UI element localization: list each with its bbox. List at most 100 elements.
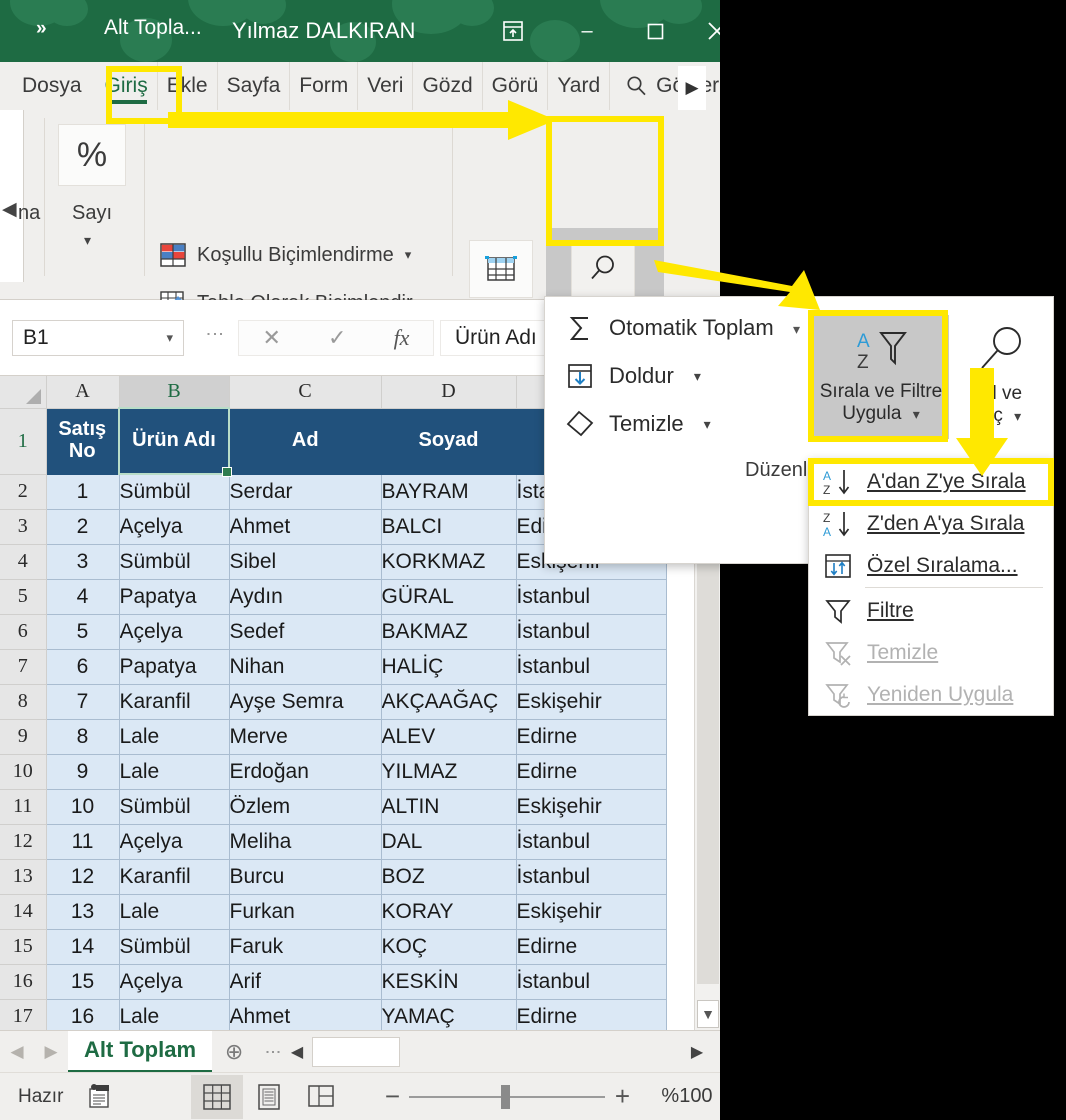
cell-satis-no[interactable]: 8 [45, 718, 120, 755]
cell-sehir[interactable]: Eskişehir [515, 893, 667, 930]
cell-soyad[interactable]: HALİÇ [380, 648, 517, 685]
cell-ad[interactable]: Sibel [228, 543, 382, 580]
sheet-bar-handle[interactable]: ⋮ [256, 1044, 282, 1060]
insert-function-icon[interactable]: fx [394, 325, 410, 351]
row-header[interactable]: 16 [0, 964, 47, 1000]
tab-gorunum[interactable]: Görü [483, 62, 549, 110]
cell-urun-adi[interactable]: Lale [118, 753, 230, 790]
tab-overflow-button[interactable]: ▶ [678, 66, 706, 110]
column-header-d[interactable]: D [381, 376, 517, 409]
minimize-button[interactable]: – [570, 14, 604, 48]
row-header[interactable]: 4 [0, 544, 47, 580]
cell-soyad[interactable]: BAYRAM [380, 473, 517, 510]
cell-satis-no[interactable]: 9 [45, 753, 120, 790]
close-button[interactable] [700, 14, 720, 48]
cell-ad[interactable]: Aydın [228, 578, 382, 615]
row-header[interactable]: 15 [0, 929, 47, 965]
cell-soyad[interactable]: GÜRAL [380, 578, 517, 615]
cell-soyad[interactable]: KORKMAZ [380, 543, 517, 580]
menu-item-sort-za[interactable]: Z A Z'den A'ya Sırala [819, 505, 1051, 543]
menu-item-reapply-filter[interactable]: Yeniden Uygula [819, 676, 1051, 714]
row-header[interactable]: 10 [0, 754, 47, 790]
hscroll-track[interactable] [400, 1036, 682, 1067]
cancel-entry-icon[interactable]: ✕ [263, 325, 281, 351]
cell-satis-no[interactable]: 11 [45, 823, 120, 860]
menu-item-clear-filter[interactable]: Temizle [819, 634, 1051, 672]
zoom-slider[interactable] [409, 1084, 606, 1109]
tab-yardim[interactable]: Yard [548, 62, 611, 110]
cell-ad[interactable]: Merve [228, 718, 382, 755]
autosum-caret-icon[interactable]: ▾ [793, 321, 800, 338]
hscroll-right-icon[interactable]: ▶ [682, 1036, 712, 1067]
conditional-formatting-button[interactable]: Koşullu Biçimlendirme ▾ [160, 242, 411, 268]
cell-ad[interactable]: Ahmet [228, 998, 382, 1030]
sheet-next-icon[interactable]: ▶ [34, 1042, 68, 1062]
zoom-out-button[interactable]: − [375, 1081, 409, 1112]
column-header-c[interactable]: C [229, 376, 382, 409]
page-break-preview-button[interactable] [295, 1075, 347, 1119]
column-header-a[interactable]: A [46, 376, 120, 409]
cell-satis-no[interactable]: 16 [45, 998, 120, 1030]
cell-ad[interactable]: Meliha [228, 823, 382, 860]
tab-dosya[interactable]: Dosya [0, 62, 96, 110]
cell-sehir[interactable]: İstanbul [515, 578, 667, 615]
cell-ad[interactable]: Burcu [228, 858, 382, 895]
cell-urun-adi[interactable]: Açelya [118, 508, 230, 545]
row-header[interactable]: 11 [0, 789, 47, 825]
cell-satis-no[interactable]: 14 [45, 928, 120, 965]
ribbon-display-options-icon[interactable] [496, 14, 530, 48]
page-layout-view-button[interactable] [243, 1075, 295, 1119]
menu-item-filter[interactable]: Filtre [819, 592, 1051, 630]
row-header[interactable]: 12 [0, 824, 47, 860]
cell-urun-adi[interactable]: Lale [118, 998, 230, 1030]
scroll-down-icon[interactable]: ▼ [697, 1000, 719, 1028]
header-cell-satis-no[interactable]: Satış No [45, 407, 120, 475]
cell-sehir[interactable]: İstanbul [515, 858, 667, 895]
add-sheet-icon[interactable]: ⊕ [212, 1039, 256, 1065]
tab-veri[interactable]: Veri [358, 62, 414, 110]
chevron-down-icon[interactable]: ▾ [1014, 408, 1021, 424]
cell-satis-no[interactable]: 12 [45, 858, 120, 895]
cell-urun-adi[interactable]: Sümbül [118, 788, 230, 825]
cells-button[interactable] [469, 240, 533, 298]
cell-urun-adi[interactable]: Açelya [118, 613, 230, 650]
cell-soyad[interactable]: YAMAÇ [380, 998, 517, 1030]
cell-sehir[interactable]: Edirne [515, 718, 667, 755]
cell-ad[interactable]: Erdoğan [228, 753, 382, 790]
cell-soyad[interactable]: DAL [380, 823, 517, 860]
chevron-down-icon[interactable]: ▾ [704, 416, 711, 433]
cell-urun-adi[interactable]: Lale [118, 893, 230, 930]
cell-urun-adi[interactable]: Açelya [118, 823, 230, 860]
header-cell-urun-adi[interactable]: Ürün Adı [118, 407, 233, 478]
editing-button[interactable] [571, 240, 635, 298]
cell-soyad[interactable]: BAKMAZ [380, 613, 517, 650]
cell-ad[interactable]: Nihan [228, 648, 382, 685]
cell-soyad[interactable]: BALCI [380, 508, 517, 545]
hscroll-thumb[interactable] [312, 1036, 401, 1067]
zoom-level-label[interactable]: %100 [661, 1085, 712, 1108]
cell-soyad[interactable]: AKÇAAĞAÇ [380, 683, 517, 720]
row-header[interactable]: 6 [0, 614, 47, 650]
cell-sehir[interactable]: İstanbul [515, 963, 667, 1000]
number-group-caret-icon[interactable]: ▾ [84, 232, 91, 249]
cell-urun-adi[interactable]: Papatya [118, 578, 230, 615]
tab-gozden-gecir[interactable]: Gözd [413, 62, 483, 110]
cell-sehir[interactable]: Edirne [515, 928, 667, 965]
cell-ad[interactable]: Arif [228, 963, 382, 1000]
cell-satis-no[interactable]: 13 [45, 893, 120, 930]
row-header[interactable]: 5 [0, 579, 47, 615]
sheet-prev-icon[interactable]: ◀ [0, 1042, 34, 1062]
cell-urun-adi[interactable]: Sümbül [118, 473, 230, 510]
cell-satis-no[interactable]: 6 [45, 648, 120, 685]
cell-urun-adi[interactable]: Karanfil [118, 858, 230, 895]
name-box[interactable]: B1 ▾ [12, 320, 184, 356]
cell-sehir[interactable]: Edirne [515, 753, 667, 790]
horizontal-scrollbar[interactable]: ◀ ▶ [282, 1036, 712, 1067]
zoom-in-button[interactable]: + [605, 1081, 639, 1112]
sheet-tab-alt-toplam[interactable]: Alt Toplam [68, 1030, 213, 1073]
cell-ad[interactable]: Sedef [228, 613, 382, 650]
user-account-name[interactable]: Yılmaz DALKIRAN [232, 18, 415, 44]
cell-satis-no[interactable]: 4 [45, 578, 120, 615]
clear-menu-item[interactable]: Temizle ▾ [565, 409, 711, 439]
header-cell-soyad[interactable]: Soyad [380, 407, 517, 475]
